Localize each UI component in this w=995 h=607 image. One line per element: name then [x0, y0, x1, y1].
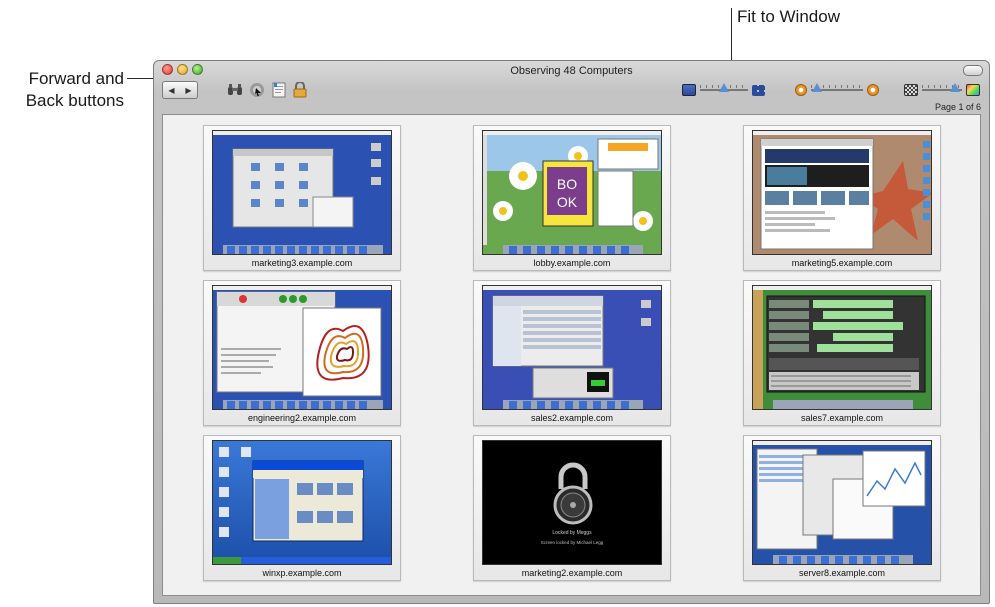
screen-label: engineering2.example.com	[247, 413, 357, 423]
svg-text:OK: OK	[557, 194, 578, 210]
screen-label: server8.example.com	[798, 568, 886, 578]
small-screens-icon	[682, 84, 696, 96]
screen-thumbnail[interactable]	[482, 285, 662, 410]
large-screens-icon	[752, 84, 765, 96]
screen-tile[interactable]: Locked by Meggs Screen locked by Michael…	[473, 435, 671, 581]
screen-thumbnail[interactable]	[212, 440, 392, 565]
screen-thumbnail[interactable]	[752, 130, 932, 255]
cycle-slider-knob[interactable]	[812, 83, 822, 92]
observe-window: Observing 48 Computers ◀ ▶ Page 1 of 6 m…	[153, 60, 990, 604]
cycle-time-slider[interactable]	[795, 82, 879, 98]
toolbar-toggle-button[interactable]	[963, 65, 983, 76]
screen-tile[interactable]: marketing3.example.com	[203, 125, 401, 271]
color-slider-knob[interactable]	[950, 83, 960, 92]
screens-grid: marketing3.example.com BO OK lobby.examp…	[162, 114, 981, 596]
page-indicator: Page 1 of 6	[934, 102, 981, 112]
lock-icon[interactable]	[291, 81, 309, 98]
forward-arrow-icon[interactable]: ▶	[185, 86, 191, 95]
full-color-icon	[966, 84, 980, 96]
screen-thumbnail[interactable]	[212, 130, 392, 255]
screen-size-slider[interactable]	[682, 82, 765, 98]
screen-label: sales2.example.com	[530, 413, 614, 423]
color-slider-track[interactable]	[922, 83, 962, 92]
screen-tile[interactable]: marketing5.example.com	[743, 125, 941, 271]
binoculars-icon[interactable]	[226, 81, 244, 98]
screen-tile[interactable]: winxp.example.com	[203, 435, 401, 581]
nav-callout-line	[127, 78, 153, 79]
lock-line-2: Screen locked by Michael Legg	[540, 540, 604, 545]
svg-text:BO: BO	[557, 176, 577, 192]
screen-tile[interactable]: BO OK lobby.example.com	[473, 125, 671, 271]
color-depth-slider[interactable]	[904, 82, 980, 98]
screen-label: lobby.example.com	[533, 258, 611, 268]
back-arrow-icon[interactable]: ◀	[168, 86, 174, 95]
screen-label: winxp.example.com	[262, 568, 342, 578]
screen-tile[interactable]: sales7.example.com	[743, 280, 941, 426]
screen-thumbnail[interactable]	[212, 285, 392, 410]
window-title: Observing 48 Computers	[510, 65, 633, 77]
lock-line-1: Locked by Meggs	[552, 530, 592, 536]
callout-line-1: Forward and	[28, 69, 124, 88]
size-slider-knob[interactable]	[719, 83, 729, 92]
screen-tile[interactable]: server8.example.com	[743, 435, 941, 581]
screen-label: marketing2.example.com	[521, 568, 623, 578]
screen-label: sales7.example.com	[800, 413, 884, 423]
screen-label: marketing5.example.com	[791, 258, 893, 268]
screen-tile[interactable]: sales2.example.com	[473, 280, 671, 426]
fit-to-window-callout: Fit to Window	[737, 7, 840, 26]
screen-thumbnail[interactable]	[752, 440, 932, 565]
screen-thumbnail[interactable]	[752, 285, 932, 410]
callout-line-2: Back buttons	[25, 91, 124, 110]
screen-thumbnail[interactable]: Locked by Meggs Screen locked by Michael…	[482, 440, 662, 565]
title-bar: Observing 48 Computers	[154, 61, 989, 79]
notes-icon[interactable]	[270, 81, 288, 98]
toolbar: ◀ ▶	[154, 79, 989, 101]
clock-fast-icon	[795, 84, 807, 96]
screen-label: marketing3.example.com	[251, 258, 353, 268]
clock-slow-icon	[867, 84, 879, 96]
nav-buttons-callout: Forward and Back buttons	[0, 68, 124, 112]
screen-thumbnail[interactable]: BO OK	[482, 130, 662, 255]
back-forward-button[interactable]: ◀ ▶	[162, 81, 198, 99]
observe-icon[interactable]	[248, 81, 266, 98]
cycle-slider-track[interactable]	[811, 83, 863, 92]
screen-tile[interactable]: engineering2.example.com	[203, 280, 401, 426]
size-slider-track[interactable]	[700, 83, 748, 92]
grayscale-icon	[904, 84, 918, 96]
